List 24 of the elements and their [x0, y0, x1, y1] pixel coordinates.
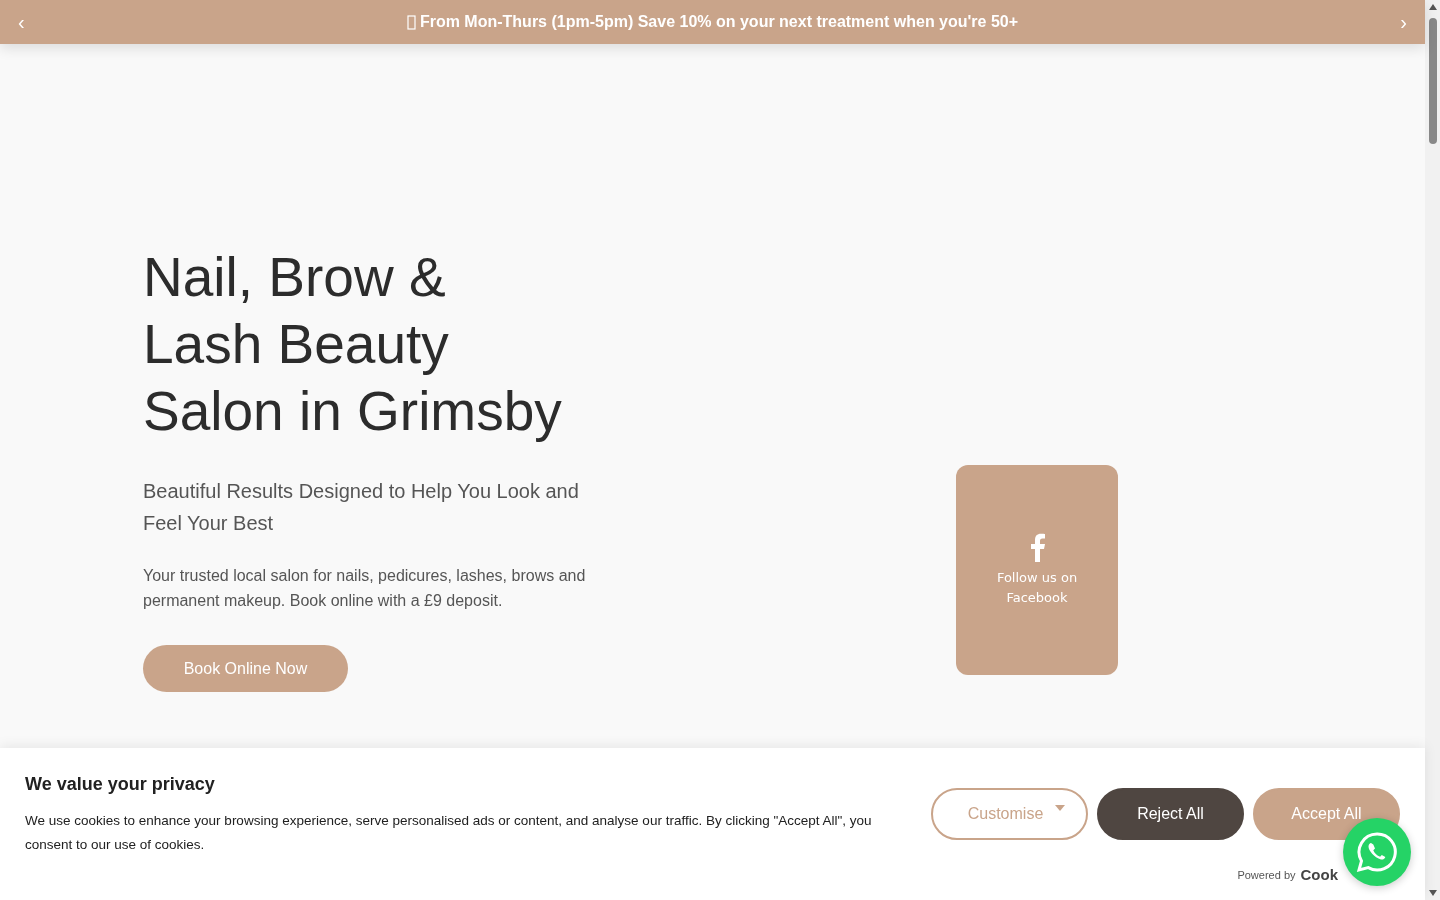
- hero-heading: Nail, Brow &: [143, 245, 447, 310]
- customise-dropdown[interactable]: Customise: [931, 788, 1088, 840]
- cookie-title: We value your privacy: [25, 774, 216, 795]
- scroll-down-icon[interactable]: [1428, 890, 1437, 896]
- facebook-card[interactable]: Follow us on Facebook: [956, 465, 1118, 675]
- cookie-text: We use cookies to enhance your browsing experience, serve personalised ads or content, and analyse our traffic. By clicking "Accept All", you consent to our use of cookies.: [25, 812, 873, 854]
- caret-icon: [1055, 805, 1066, 811]
- next-button[interactable]: ›: [1396, 10, 1411, 34]
- hero-heading: Lash Beauty: [143, 312, 450, 377]
- scrollbar[interactable]: [1425, 0, 1440, 900]
- brand-logo[interactable]: Cook: [1300, 866, 1338, 883]
- scroll-up-icon[interactable]: [1428, 4, 1437, 10]
- scrollbar-thumb[interactable]: [1428, 18, 1437, 144]
- hero-description: Your trusted local salon for nails, pedicures, lashes, brows and permanent makeup. Book online with a £9 deposit.: [143, 566, 587, 611]
- announcement-text: From Mon-Thurs (1pm-5pm) Save 10% on your next treatment when you're 50+: [419, 13, 1019, 31]
- powered-by-text: Powered by: [1237, 868, 1296, 881]
- hero-heading: Salon in Grimsby: [143, 379, 563, 444]
- facebook-icon: [1028, 532, 1046, 562]
- book-online-button[interactable]: Book Online Now: [143, 645, 348, 692]
- hero-subheading: Beautiful Results Designed to Help You Look and Feel Your Best: [143, 479, 580, 536]
- previous-button[interactable]: ‹: [14, 10, 29, 34]
- chat-bubble-icon: [1356, 831, 1398, 873]
- cookie-button[interactable]: Reject All: [1097, 788, 1244, 840]
- missing-glyph-icon: [406, 14, 416, 30]
